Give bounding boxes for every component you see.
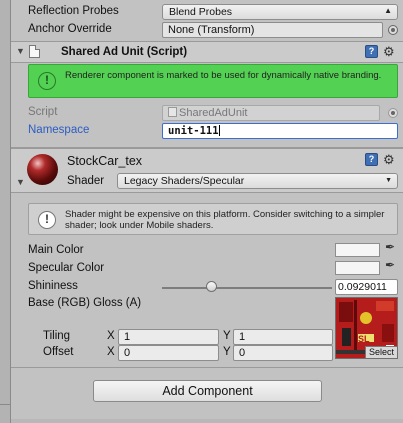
tiling-y-label: Y [223,330,231,342]
exclamation-circle-icon: ! [38,72,56,90]
offset-x-value: 0 [124,347,131,359]
material-name: StockCar_tex [67,154,143,168]
script-value: SharedAdUnit [179,107,248,119]
material-foldout-icon[interactable]: ▼ [16,177,25,187]
offset-y-value: 0 [239,347,246,359]
tiling-label: Tiling [43,330,71,342]
script-label: Script [28,106,58,118]
material-gear-icon[interactable]: ⚙ [383,153,395,166]
main-color-swatch[interactable] [335,243,380,257]
script-component-title: Shared Ad Unit (Script) [61,46,188,58]
tiling-y-input[interactable]: 1 [233,329,333,345]
gear-icon[interactable]: ⚙ [383,45,395,58]
chevron-down-icon: ▼ [385,177,392,184]
base-texture-thumbnail[interactable]: SL Select [335,297,398,359]
shininess-input[interactable]: 0.0929011 [335,279,398,295]
shininess-label: Shininess [28,280,78,292]
offset-x-label: X [107,346,115,358]
specular-color-label: Specular Color [28,262,105,274]
texture-select-button[interactable]: Select [365,346,397,358]
object-picker-icon[interactable] [388,25,398,35]
namespace-value: unit-111 [168,125,219,137]
branding-message-text: Renderer component is marked to be used … [65,70,382,81]
material-help-icon[interactable]: ? [365,153,378,166]
tiling-x-input[interactable]: 1 [118,329,219,345]
section-divider [11,367,403,368]
script-picker-icon [388,108,398,118]
main-color-label: Main Color [28,244,84,256]
anchor-override-value: None (Transform) [168,24,255,36]
script-asset-icon [168,107,177,117]
inspector-panel: Reflection Probes Blend Probes ▲︎ Anchor… [11,0,403,423]
text-caret [218,125,220,136]
tiling-x-label: X [107,330,115,342]
namespace-input[interactable]: unit-111 [162,123,398,139]
shininess-slider-track[interactable] [162,287,332,289]
anchor-override-field[interactable]: None (Transform) [162,22,383,38]
offset-y-input[interactable]: 0 [233,345,333,361]
shader-warning-message: ! Shader might be expensive on this plat… [28,203,398,235]
help-book-icon[interactable]: ? [365,45,378,58]
reflection-probes-dropdown[interactable]: Blend Probes ▲︎ [162,4,398,20]
info-exclamation-icon: ! [38,211,56,229]
shader-value: Legacy Shaders/Specular [124,175,245,187]
select-label: Select [368,347,394,357]
material-header[interactable]: ▼ StockCar_tex Shader Legacy Shaders/Spe… [11,147,403,193]
material-preview-sphere [27,154,58,185]
shininess-slider-handle[interactable] [205,281,217,292]
shininess-value: 0.0929011 [338,281,387,293]
tiling-y-value: 1 [239,331,246,343]
tiling-x-value: 1 [124,331,131,343]
base-texture-label: Base (RGB) Gloss (A) [28,297,142,309]
offset-x-input[interactable]: 0 [118,345,219,361]
shader-warning-text: Shader might be expensive on this platfo… [65,209,385,231]
foldout-triangle-icon[interactable]: ▼ [16,46,25,56]
panel-footer [11,419,403,423]
shader-dropdown[interactable]: Legacy Shaders/Specular ▼ [117,173,398,189]
add-component-button[interactable]: Add Component [93,380,322,402]
reflection-probes-label: Reflection Probes [28,5,119,17]
gutter-divider [0,404,11,405]
script-component-header[interactable]: ▼ Shared Ad Unit (Script) ? ⚙ [11,41,403,63]
dropdown-arrow-icon: ▲︎ [384,6,392,15]
add-component-label: Add Component [162,384,253,398]
specular-eyedropper-icon[interactable]: ✒ [385,258,395,272]
branding-success-message: ! Renderer component is marked to be use… [28,64,398,98]
anchor-override-label: Anchor Override [28,23,112,35]
eyedropper-icon[interactable]: ✒ [385,240,395,254]
svg-text:SL: SL [358,334,370,344]
specular-color-swatch[interactable] [335,261,380,275]
offset-label: Offset [43,346,74,358]
namespace-label: Namespace [28,124,90,136]
shader-label: Shader [67,175,105,187]
script-field: SharedAdUnit [162,105,380,121]
offset-y-label: Y [223,346,231,358]
script-file-icon [29,45,40,58]
reflection-probes-value: Blend Probes [169,6,233,18]
left-scroll-gutter [0,0,11,423]
